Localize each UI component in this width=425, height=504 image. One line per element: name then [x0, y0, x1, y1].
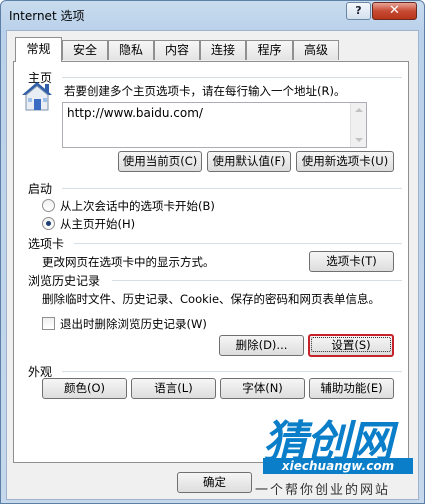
scroll-up-arrow-icon[interactable]	[355, 108, 363, 112]
languages-button[interactable]: 语言(L)	[131, 378, 216, 399]
home-description: 若要创建多个主页选项卡，请在每行输入一个地址(R)。	[64, 84, 346, 98]
tab-general[interactable]: 常规	[15, 37, 62, 62]
tabs-description: 更改网页在选项卡中的显示方式。	[42, 255, 215, 269]
site-watermark: 猜创网 xiechuangw.com 一个帮你创业的网站	[251, 406, 421, 502]
tab-connections[interactable]: 连接	[200, 40, 246, 60]
delete-history-button[interactable]: 删除(D)...	[219, 335, 304, 356]
startup-home-page-label[interactable]: 从主页开始(H)	[60, 216, 135, 232]
startup-separator	[62, 188, 402, 189]
history-separator	[112, 280, 402, 281]
title-bar[interactable]: Internet 选项 ? ✕	[1, 1, 424, 29]
help-button[interactable]: ?	[346, 2, 371, 20]
tab-content[interactable]: 内容	[154, 40, 200, 60]
delete-on-exit-checkbox[interactable]	[42, 317, 55, 330]
internet-options-window: Internet 选项 ? ✕ 常规 安全 隐私 内容 连接 程序 高级 主页 …	[0, 0, 425, 504]
tab-security[interactable]: 安全	[62, 40, 108, 60]
use-new-tab-button[interactable]: 使用新选项卡(U)	[296, 151, 394, 172]
startup-section-label: 启动	[28, 182, 53, 196]
use-current-button[interactable]: 使用当前页(C)	[118, 151, 202, 172]
home-separator	[62, 77, 402, 78]
use-default-button[interactable]: 使用默认值(F)	[207, 151, 291, 172]
startup-last-session-radio[interactable]	[42, 199, 55, 212]
scroll-down-arrow-icon[interactable]	[355, 138, 363, 142]
home-icon	[22, 82, 52, 111]
accessibility-button[interactable]: 辅助功能(E)	[309, 378, 394, 399]
general-tab-panel: 主页 若要创建多个主页选项卡，请在每行输入一个地址(R)。 http://www…	[13, 61, 409, 463]
history-settings-button[interactable]: 设置(S)	[308, 334, 394, 357]
ok-button[interactable]: 确定	[177, 472, 252, 493]
tab-programs[interactable]: 程序	[246, 40, 293, 60]
radio-selected-dot	[46, 221, 51, 226]
appearance-separator	[62, 371, 402, 372]
tabs-separator	[74, 243, 402, 244]
delete-on-exit-label[interactable]: 退出时删除浏览历史记录(W)	[60, 316, 207, 332]
tab-advanced[interactable]: 高级	[293, 40, 339, 60]
history-section-label: 浏览历史记录	[28, 274, 101, 288]
window-title: Internet 选项	[9, 9, 85, 23]
startup-home-page-radio[interactable]	[42, 217, 55, 230]
fonts-button[interactable]: 字体(N)	[220, 378, 305, 399]
home-page-url-input[interactable]: http://www.baidu.com/	[62, 102, 367, 148]
tab-privacy[interactable]: 隐私	[108, 40, 154, 60]
home-page-url-value: http://www.baidu.com/	[67, 106, 203, 120]
watermark-url: xiechuangw.com	[263, 458, 413, 474]
home-page-scrollbar[interactable]	[350, 103, 366, 147]
startup-last-session-label[interactable]: 从上次会话中的选项卡开始(B)	[60, 198, 215, 214]
history-description: 删除临时文件、历史记录、Cookie、保存的密码和网页表单信息。	[42, 292, 381, 306]
close-button[interactable]: ✕	[372, 2, 417, 20]
tabs-section-label: 选项卡	[28, 237, 65, 251]
tabs-settings-button[interactable]: 选项卡(T)	[309, 251, 394, 272]
colors-button[interactable]: 颜色(O)	[42, 378, 127, 399]
history-settings-label: 设置(S)	[311, 337, 391, 352]
watermark-slogan: 一个帮你创业的网站	[255, 483, 391, 498]
